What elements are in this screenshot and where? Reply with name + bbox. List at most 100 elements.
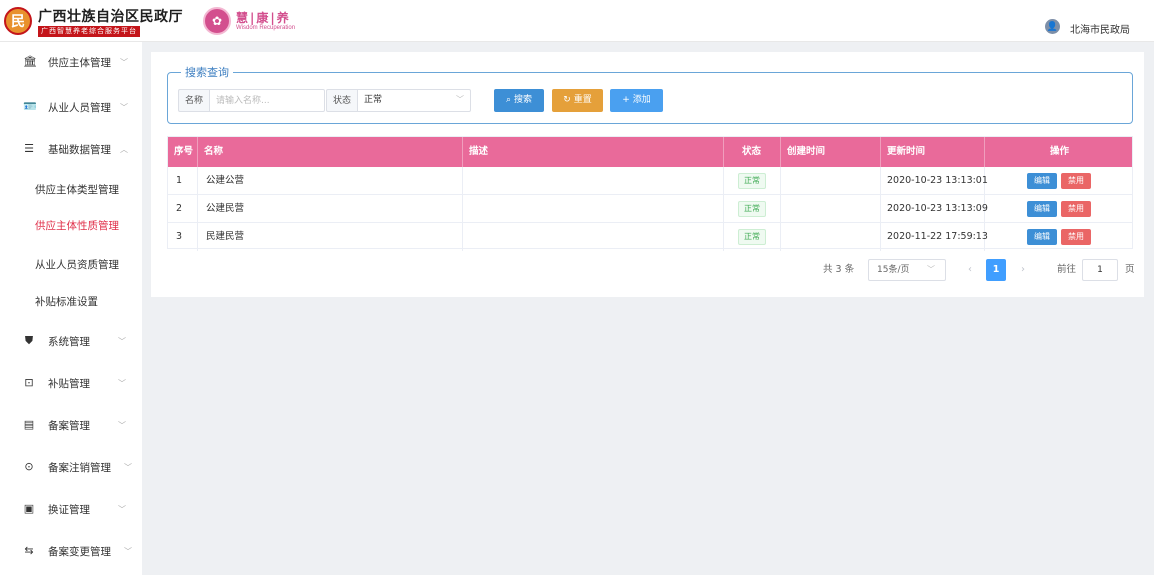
search-button[interactable]: ⌕ 搜索 xyxy=(494,89,544,112)
disable-button[interactable]: 禁用 xyxy=(1061,173,1091,189)
document-icon: ☰ xyxy=(24,142,34,155)
column-header: 状态 xyxy=(724,137,781,167)
cell-status: 正常 xyxy=(724,167,781,195)
edit-button[interactable]: 编辑 xyxy=(1027,201,1057,217)
chevron-down-icon: ﹀ xyxy=(118,420,126,430)
bank-icon: 🏛 xyxy=(23,55,37,68)
sidebar-subitem-subsidy-standard[interactable]: 补贴标准设置 xyxy=(0,291,142,311)
circle-arrow-icon: ⊙ xyxy=(24,460,34,473)
partner-subtitle: Wisdom Recuperation xyxy=(236,25,296,31)
page-number-current[interactable]: 1 xyxy=(986,259,1006,281)
table-header: 序号 名称 描述 状态 创建时间 更新时间 操作 xyxy=(168,137,1132,167)
search-button-label: 搜索 xyxy=(513,95,532,105)
status-select[interactable]: 正常 xyxy=(357,89,471,112)
sidebar-item-filing-change[interactable]: ⇆ 备案变更管理 ﹀ xyxy=(0,540,142,562)
data-table: 序号 名称 描述 状态 创建时间 更新时间 操作 1 公建公营 正常 2020-… xyxy=(167,136,1133,251)
status-badge: 正常 xyxy=(738,201,766,217)
sidebar-subitem-supplier-type[interactable]: 供应主体类型管理 xyxy=(0,179,142,199)
reset-button[interactable]: ↻ 重置 xyxy=(552,89,603,112)
edit-button[interactable]: 编辑 xyxy=(1027,173,1057,189)
goto-page-input[interactable]: 1 xyxy=(1082,259,1118,281)
cell-index: 2 xyxy=(168,195,198,223)
search-legend: 搜索查询 xyxy=(181,65,233,80)
chevron-down-icon: ﹀ xyxy=(120,102,128,112)
cell-index: 1 xyxy=(168,167,198,195)
sidebar-subitem-label: 从业人员资质管理 xyxy=(35,258,119,271)
column-header: 描述 xyxy=(463,137,724,167)
sidebar-subitem-staff-qualification[interactable]: 从业人员资质管理 xyxy=(0,254,142,274)
sidebar-item-filing-cancel[interactable]: ⊙ 备案注销管理 ﹀ xyxy=(0,456,142,478)
cell-created xyxy=(781,223,881,251)
chevron-down-icon: ﹀ xyxy=(118,504,126,514)
cell-name: 公建民营 xyxy=(198,195,463,223)
refresh-icon: ↻ xyxy=(563,95,574,105)
column-header: 操作 xyxy=(1050,146,1070,157)
sidebar-item-label: 补贴管理 xyxy=(48,377,90,390)
add-button-label: 添加 xyxy=(632,95,651,105)
building-icon: ▤ xyxy=(23,418,35,431)
cell-name: 民建民营 xyxy=(198,223,463,251)
disable-button[interactable]: 禁用 xyxy=(1061,201,1091,217)
sidebar-item-subsidy[interactable]: ⊡ 补贴管理 ﹀ xyxy=(0,372,142,394)
cell-actions: 编辑 禁用 xyxy=(985,167,1132,195)
sidebar-subitem-label: 供应主体类型管理 xyxy=(35,183,119,196)
table-row: 2 公建民营 正常 2020-10-23 13:13:09 编辑 禁用 xyxy=(168,195,1132,223)
box-icon: ⊡ xyxy=(24,376,34,389)
sidebar-item-staff[interactable]: 🪪 从业人员管理 ﹀ xyxy=(0,96,142,118)
chevron-up-icon: ︿ xyxy=(120,144,128,154)
sidebar-subitem-label: 供应主体性质管理 xyxy=(35,219,119,232)
sidebar-item-label: 换证管理 xyxy=(48,503,90,516)
cell-updated: 2020-11-22 17:59:13 xyxy=(881,223,988,251)
edit-button[interactable]: 编辑 xyxy=(1027,229,1057,245)
id-card-icon: 🪪 xyxy=(23,100,37,113)
civil-affairs-logo-icon: 民 xyxy=(4,7,32,35)
brand-title: 广西壮族自治区民政厅 xyxy=(38,9,183,25)
chevron-down-icon: ﹀ xyxy=(124,546,132,556)
sidebar-item-certificate[interactable]: ▣ 换证管理 ﹀ xyxy=(0,498,142,520)
switch-icon: ⇆ xyxy=(24,544,34,557)
cell-actions: 编辑 禁用 xyxy=(985,223,1132,251)
goto-label: 前往 xyxy=(1057,264,1077,275)
name-input[interactable] xyxy=(209,89,325,112)
cell-actions: 编辑 禁用 xyxy=(985,195,1132,223)
sidebar-item-label: 备案变更管理 xyxy=(48,545,111,558)
user-name[interactable]: 北海市民政局 xyxy=(1070,21,1130,36)
next-page-icon[interactable]: › xyxy=(1012,259,1034,281)
status-field-label: 状态 xyxy=(326,89,358,112)
sidebar-item-label: 系统管理 xyxy=(48,335,90,348)
sidebar-item-basic-data[interactable]: ☰ 基础数据管理 ︿ xyxy=(0,138,142,160)
chevron-down-icon: ﹀ xyxy=(456,95,464,104)
user-avatar-icon[interactable]: 👤 xyxy=(1045,19,1060,34)
status-badge: 正常 xyxy=(738,229,766,245)
cell-created xyxy=(781,195,881,223)
disable-button[interactable]: 禁用 xyxy=(1061,229,1091,245)
partner-name: 慧|康|养 xyxy=(236,11,291,25)
sidebar-subitem-supplier-nature[interactable]: 供应主体性质管理 xyxy=(0,215,142,235)
page-size-select[interactable]: 15条/页 ﹀ xyxy=(868,259,946,281)
chevron-down-icon: ﹀ xyxy=(927,265,935,274)
chevron-down-icon: ﹀ xyxy=(120,57,128,67)
sidebar-subitem-label: 补贴标准设置 xyxy=(35,295,98,308)
prev-page-icon[interactable]: ‹ xyxy=(959,259,981,281)
chevron-down-icon: ﹀ xyxy=(118,336,126,346)
reset-button-label: 重置 xyxy=(573,95,592,105)
column-header: 更新时间 xyxy=(881,137,985,167)
sidebar-item-system[interactable]: ⛊ 系统管理 ﹀ xyxy=(0,330,142,352)
name-field-label: 名称 xyxy=(178,89,210,112)
table-row: 3 民建民营 正常 2020-11-22 17:59:13 编辑 禁用 xyxy=(168,223,1132,251)
add-button[interactable]: + 添加 xyxy=(610,89,663,112)
sidebar-item-label: 供应主体管理 xyxy=(48,56,111,69)
flower-logo-icon: ✿ xyxy=(203,7,231,35)
column-header: 创建时间 xyxy=(781,137,881,167)
page-size-value: 15条/页 xyxy=(877,265,910,275)
status-badge: 正常 xyxy=(738,173,766,189)
sidebar-item-supplier[interactable]: 🏛 供应主体管理 ﹀ xyxy=(0,51,142,73)
cell-status: 正常 xyxy=(724,195,781,223)
cell-name: 公建公营 xyxy=(198,167,463,195)
plus-icon: + xyxy=(622,95,633,105)
content-card: 搜索查询 名称 状态 正常 ﹀ ⌕ 搜索 ↻ 重置 + 添加 序号 名称 描述 … xyxy=(151,52,1144,297)
certificate-icon: ▣ xyxy=(23,502,35,515)
app-header: 民 广西壮族自治区民政厅 广西智慧养老综合服务平台 ✿ 慧|康|养 Wisdom… xyxy=(0,0,1154,42)
cell-description xyxy=(463,167,724,195)
sidebar-item-filing[interactable]: ▤ 备案管理 ﹀ xyxy=(0,414,142,436)
